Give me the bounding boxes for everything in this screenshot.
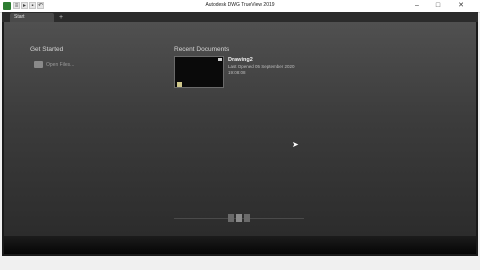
pager-dot[interactable]: [228, 214, 234, 222]
tab-start[interactable]: Start: [10, 13, 54, 22]
open-files-link[interactable]: Open Files...: [46, 62, 74, 68]
dwg-file-icon: [177, 82, 182, 87]
close-icon[interactable]: ✕: [455, 1, 467, 11]
recent-document-time: 19:08:08: [228, 70, 246, 75]
get-started-heading: Get Started: [30, 46, 64, 53]
app-logo-icon[interactable]: [3, 2, 11, 10]
quick-access-menu-icon[interactable]: ≡: [13, 2, 20, 9]
mouse-cursor-icon: ➤: [292, 140, 299, 149]
window-title: Autodesk DWG TrueView 2019: [205, 2, 275, 8]
pager-dot[interactable]: [244, 214, 250, 222]
recent-document-name[interactable]: Drawing2: [228, 57, 253, 63]
recent-document-date: Last Opened 05 September 2020: [228, 64, 295, 69]
undo-icon[interactable]: ↶: [37, 2, 44, 9]
maximize-icon[interactable]: □: [432, 1, 444, 11]
minimize-icon[interactable]: –: [411, 1, 423, 11]
new-tab-button[interactable]: +: [56, 13, 66, 22]
status-bar: [4, 236, 476, 254]
folder-icon[interactable]: [34, 61, 43, 68]
open-icon[interactable]: ▸: [21, 2, 28, 9]
start-page: [4, 22, 476, 236]
pager-dot-active[interactable]: [236, 214, 242, 222]
pin-icon[interactable]: [218, 58, 222, 61]
tab-bar: [2, 12, 478, 22]
recent-documents-heading: Recent Documents: [174, 46, 230, 53]
print-icon[interactable]: ▪: [29, 2, 36, 9]
